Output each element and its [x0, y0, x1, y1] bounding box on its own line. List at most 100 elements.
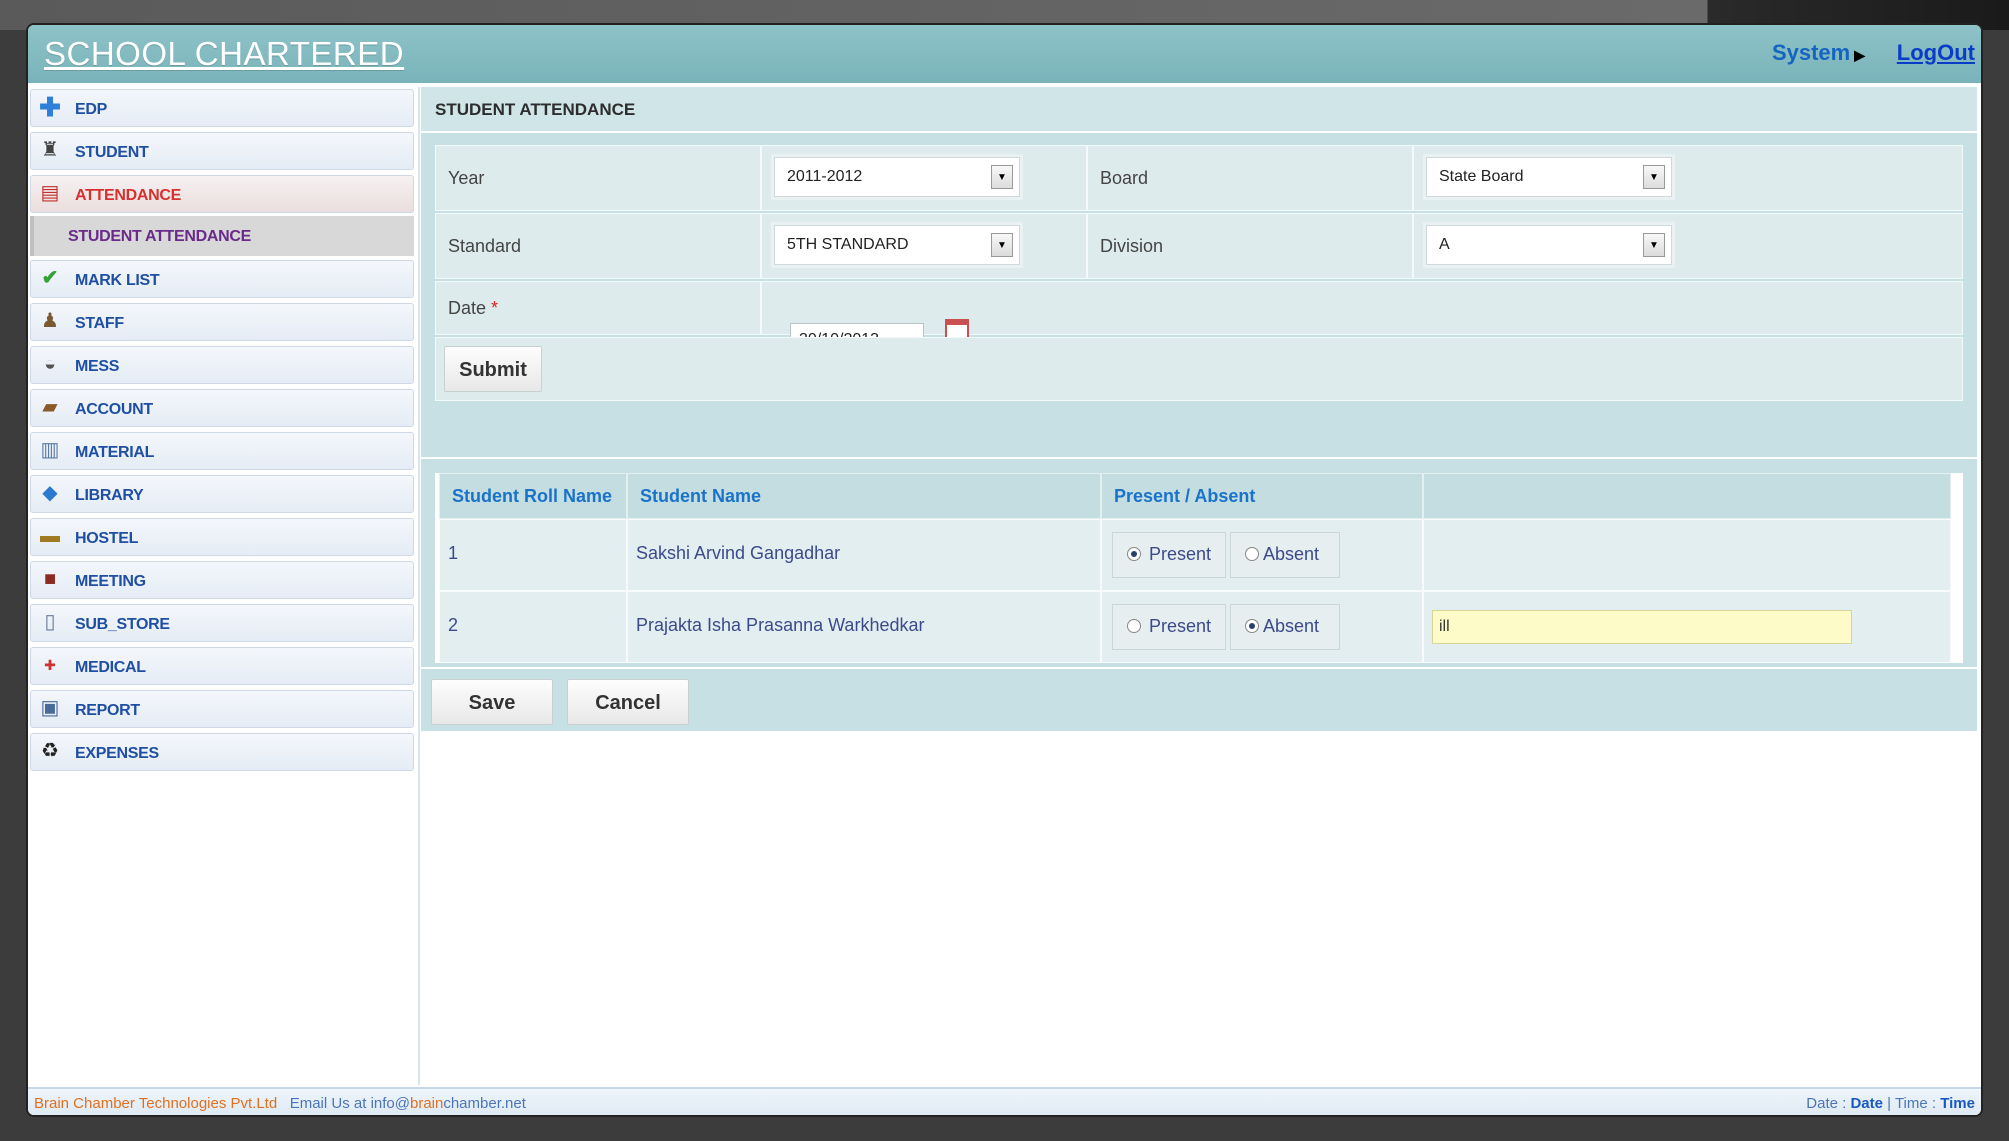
- sidebar: ✚ EDP ♜ STUDENT ▤ ATTENDANCE STUDENT ATT…: [28, 87, 420, 1085]
- mess-icon: ◒: [43, 353, 57, 375]
- sidebar-item-account[interactable]: ▰ ACCOUNT: [30, 389, 414, 427]
- sidebar-item-label: STUDENT ATTENDANCE: [68, 228, 252, 245]
- sidebar-item-label: HOSTEL: [75, 530, 139, 547]
- plus-icon: ✚: [39, 92, 61, 122]
- sidebar-item-label: REPORT: [75, 702, 140, 719]
- sidebar-item-label: MEDICAL: [75, 659, 146, 676]
- sidebar-item-label: MARK LIST: [75, 272, 160, 289]
- division-field-cell: A ▼: [1413, 213, 1963, 279]
- column-header-remark: [1423, 473, 1951, 519]
- email-prefix: Email Us at info@: [289, 1095, 410, 1112]
- app-logo[interactable]: SCHOOL CHARTERED: [44, 35, 404, 73]
- form-actions: Save Cancel: [421, 669, 1977, 731]
- chevron-down-icon[interactable]: ▼: [991, 165, 1013, 189]
- attendance-table-area: Student Roll Name Student Name Present /…: [421, 459, 1977, 667]
- sidebar-subitem-student-attendance[interactable]: STUDENT ATTENDANCE: [30, 216, 414, 256]
- page-title-bar: STUDENT ATTENDANCE: [421, 87, 1977, 133]
- save-button[interactable]: Save: [431, 679, 553, 725]
- sidebar-item-attendance[interactable]: ▤ ATTENDANCE: [30, 175, 414, 213]
- year-field-cell: 2011-2012 ▼: [761, 145, 1087, 211]
- absent-radio-label: Absent: [1263, 544, 1320, 564]
- table-cell-remark: [1423, 519, 1951, 591]
- division-label: Division: [1100, 236, 1164, 256]
- chevron-down-icon[interactable]: ▼: [991, 233, 1013, 257]
- remark-input[interactable]: ill: [1432, 610, 1852, 644]
- standard-select[interactable]: 5TH STANDARD ▼: [774, 225, 1020, 265]
- sidebar-item-label: ATTENDANCE: [75, 187, 182, 204]
- present-radio-label: Present: [1149, 616, 1212, 636]
- email-suffix[interactable]: chamber.net: [443, 1095, 526, 1112]
- present-radio[interactable]: [1127, 619, 1141, 633]
- chevron-down-icon[interactable]: ▼: [1643, 165, 1665, 189]
- sidebar-item-label: SUB_STORE: [75, 616, 170, 633]
- meeting-icon: ■: [43, 568, 57, 590]
- logout-link[interactable]: LogOut: [1897, 40, 1975, 66]
- sidebar-item-edp[interactable]: ✚ EDP: [30, 89, 414, 127]
- sidebar-item-label: EDP: [75, 101, 107, 118]
- medical-icon: ✚: [44, 657, 56, 673]
- column-header-label: Student Roll Name: [452, 486, 613, 506]
- column-header-roll: Student Roll Name: [439, 473, 627, 519]
- attendance-form: Year 2011-2012 ▼ Board State Board ▼ Sta…: [421, 133, 1977, 457]
- email-brand[interactable]: brain: [410, 1095, 443, 1112]
- app-header: SCHOOL CHARTERED System ▶ LogOut: [28, 25, 1981, 86]
- standard-label: Standard: [448, 236, 522, 256]
- footer-datetime: Date : Date | Time : Time: [1806, 1095, 1975, 1112]
- sidebar-item-meeting[interactable]: ■ MEETING: [30, 561, 414, 599]
- date-label: Date *: [448, 298, 498, 319]
- sidebar-item-label: ACCOUNT: [75, 401, 153, 418]
- board-select-value: State Board: [1439, 168, 1524, 185]
- hostel-icon: ▬: [40, 525, 60, 547]
- present-radio-option[interactable]: Present: [1112, 604, 1226, 650]
- table-cell-status: Present Absent: [1101, 591, 1423, 663]
- year-select-value: 2011-2012: [787, 168, 863, 185]
- sidebar-item-staff[interactable]: ♟ STAFF: [30, 303, 414, 341]
- board-select[interactable]: State Board ▼: [1426, 157, 1672, 197]
- material-icon: ▥: [40, 439, 60, 461]
- sidebar-item-mark-list[interactable]: ✔ MARK LIST: [30, 260, 414, 298]
- year-label: Year: [448, 168, 485, 188]
- store-icon: ▯: [44, 611, 56, 633]
- calendar-icon: ▤: [40, 182, 60, 204]
- absent-radio-option[interactable]: Absent: [1230, 532, 1340, 578]
- sidebar-item-student[interactable]: ♜ STUDENT: [30, 132, 414, 170]
- sidebar-item-label: MEETING: [75, 573, 146, 590]
- sidebar-item-library[interactable]: ◆ LIBRARY: [30, 475, 414, 513]
- student-name: Sakshi Arvind Gangadhar: [636, 543, 841, 563]
- board-label: Board: [1100, 168, 1149, 188]
- submit-button[interactable]: Submit: [444, 346, 542, 392]
- absent-radio-label: Absent: [1263, 616, 1320, 636]
- sidebar-item-expenses[interactable]: ♻ EXPENSES: [30, 733, 414, 771]
- division-select[interactable]: A ▼: [1426, 225, 1672, 265]
- expenses-icon: ♻: [41, 740, 59, 762]
- year-select[interactable]: 2011-2012 ▼: [774, 157, 1020, 197]
- system-menu[interactable]: System ▶: [1772, 40, 1865, 66]
- table-cell-remark: ill: [1423, 591, 1951, 663]
- sidebar-item-report[interactable]: ▣ REPORT: [30, 690, 414, 728]
- present-radio[interactable]: [1127, 547, 1141, 561]
- column-header-label: Student Name: [640, 486, 762, 506]
- cancel-button[interactable]: Cancel: [567, 679, 689, 725]
- absent-radio-option[interactable]: Absent: [1230, 604, 1340, 650]
- sidebar-item-label: EXPENSES: [75, 745, 159, 762]
- sidebar-item-material[interactable]: ▥ MATERIAL: [30, 432, 414, 470]
- sidebar-item-hostel[interactable]: ▬ HOSTEL: [30, 518, 414, 556]
- standard-select-value: 5TH STANDARD: [787, 236, 909, 253]
- present-radio-label: Present: [1149, 544, 1212, 564]
- table-cell-roll: 2: [439, 591, 627, 663]
- table-cell-name: Prajakta Isha Prasanna Warkhedkar: [627, 591, 1101, 663]
- sidebar-item-label: MESS: [75, 358, 120, 375]
- student-name: Prajakta Isha Prasanna Warkhedkar: [636, 615, 925, 635]
- sidebar-item-mess[interactable]: ◒ MESS: [30, 346, 414, 384]
- division-label-cell: Division: [1087, 213, 1413, 279]
- absent-radio[interactable]: [1245, 619, 1259, 633]
- present-radio-option[interactable]: Present: [1112, 532, 1226, 578]
- sidebar-item-sub-store[interactable]: ▯ SUB_STORE: [30, 604, 414, 642]
- staff-icon: ♟: [41, 310, 59, 332]
- chevron-down-icon[interactable]: ▼: [1643, 233, 1665, 257]
- required-asterisk: *: [491, 298, 499, 318]
- absent-radio[interactable]: [1245, 547, 1259, 561]
- app-window: SCHOOL CHARTERED System ▶ LogOut ✚ EDP ♜ …: [28, 25, 1981, 1115]
- sidebar-item-medical[interactable]: ✚ MEDICAL: [30, 647, 414, 685]
- column-header-name: Student Name: [627, 473, 1101, 519]
